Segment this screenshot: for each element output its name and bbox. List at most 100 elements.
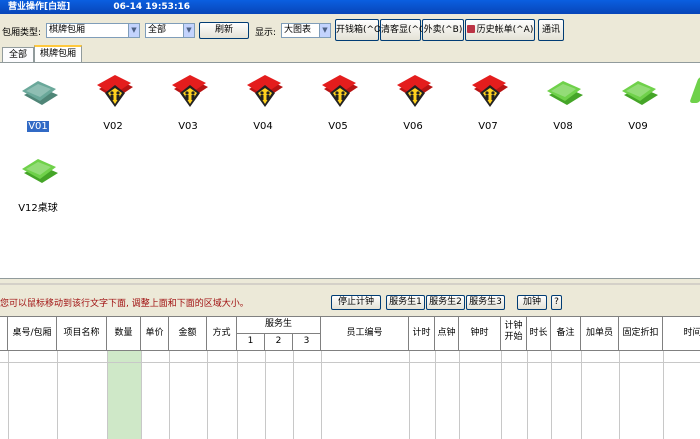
chevron-down-icon: ▼ xyxy=(183,24,194,37)
room-type-select[interactable]: 棋牌包厢 ▼ xyxy=(46,23,140,38)
filter-value: 全部 xyxy=(148,25,167,35)
waiter-3-button[interactable]: 服务生3 xyxy=(466,295,505,310)
room-label: V02 xyxy=(83,121,143,132)
room-label: V06 xyxy=(383,121,443,132)
occupied-room-icon xyxy=(97,75,133,107)
col-clock-time[interactable]: 钟时 xyxy=(459,317,501,351)
grid-col-line xyxy=(265,351,266,439)
col-duration[interactable]: 时长 xyxy=(527,317,551,351)
col-waiter-3[interactable]: 3 xyxy=(293,334,321,351)
col-timing[interactable]: 计时 xyxy=(409,317,435,351)
room-name: V01 xyxy=(27,121,49,132)
grid-col-line xyxy=(169,351,170,439)
grid-col-line xyxy=(107,351,108,439)
grid-col-line xyxy=(57,351,58,439)
room-tile[interactable]: V02 xyxy=(83,71,143,133)
room-tile[interactable]: V03 xyxy=(158,71,218,133)
grid-col-line xyxy=(459,351,460,439)
room-label: V09 xyxy=(608,121,668,132)
quantity-column-highlight xyxy=(107,351,141,439)
room-name: V02 xyxy=(103,121,123,132)
room-label: V05 xyxy=(308,121,368,132)
help-button[interactable]: ? xyxy=(551,295,562,310)
room-type-label: 包厢类型: xyxy=(2,28,42,38)
room-name: V09 xyxy=(628,121,648,132)
room-tile[interactable]: V05 xyxy=(308,71,368,133)
col-quantity[interactable]: 数量 xyxy=(107,317,141,351)
room-tile[interactable]: V04 xyxy=(233,71,293,133)
room-tile[interactable]: V08 xyxy=(533,71,593,133)
filter-select[interactable]: 全部 ▼ xyxy=(145,23,195,38)
col-table-room[interactable]: 桌号/包厢 xyxy=(8,317,57,351)
chevron-down-icon: ▼ xyxy=(128,24,139,37)
room-tile[interactable]: V07 xyxy=(458,71,518,133)
col-point-clock[interactable]: 点钟 xyxy=(435,317,459,351)
grid-col-line xyxy=(527,351,528,439)
occupied-room-icon xyxy=(322,75,358,107)
vacant-room-icon xyxy=(622,81,658,105)
room-name: V12桌球 xyxy=(18,203,58,214)
col-waiter[interactable]: 服务生 xyxy=(237,317,321,334)
room-name: V04 xyxy=(253,121,273,132)
clear-customer-display-button[interactable]: 清客显(^C) xyxy=(380,19,429,41)
col-timer-start[interactable]: 计钟开始 xyxy=(501,317,527,351)
takeout-button[interactable]: 外卖(^B) xyxy=(422,19,464,41)
communication-button[interactable]: 通讯 xyxy=(538,19,564,41)
grid-col-line xyxy=(663,351,664,439)
grid-col-line xyxy=(619,351,620,439)
grid-col-line xyxy=(237,351,238,439)
vacant-room-icon xyxy=(22,159,58,183)
room-label: V03 xyxy=(158,121,218,132)
col-employee-no[interactable]: 员工编号 xyxy=(321,317,409,351)
tab-chess-rooms[interactable]: 棋牌包厢 xyxy=(34,45,82,63)
toolbar: 包厢类型: 棋牌包厢 ▼ 全部 ▼ 刷新 显示: 大图表 ▼ 开钱箱(^O) 清… xyxy=(0,17,700,43)
hint-bar: 您可以鼠标移动到该行文字下面, 调整上面和下面的区域大小。 停止计钟 服务生1 … xyxy=(0,293,700,311)
grid-row-line xyxy=(0,362,700,363)
grid-col-line xyxy=(409,351,410,439)
col-waiter-1[interactable]: 1 xyxy=(237,334,265,351)
room-tile[interactable]: V06 xyxy=(383,71,443,133)
refresh-button[interactable]: 刷新 xyxy=(199,22,249,39)
vacant-room-icon xyxy=(22,81,58,105)
col-amount[interactable]: 金额 xyxy=(169,317,207,351)
col-note[interactable]: 备注 xyxy=(551,317,581,351)
room-tile[interactable]: V12桌球 xyxy=(8,149,68,214)
waiter-1-button[interactable]: 服务生1 xyxy=(386,295,425,310)
room-tile[interactable]: V09 xyxy=(608,71,668,133)
room-label: V12桌球 xyxy=(8,199,68,214)
col-fixed-discount[interactable]: 固定折扣 xyxy=(619,317,663,351)
add-clock-button[interactable]: 加钟 xyxy=(517,295,547,310)
room-name: V05 xyxy=(328,121,348,132)
clock-readout: 06-14 19:53:16 xyxy=(113,2,191,12)
col-waiter-2[interactable]: 2 xyxy=(265,334,293,351)
open-cash-drawer-button[interactable]: 开钱箱(^O) xyxy=(335,19,385,41)
resize-hint: 您可以鼠标移动到该行文字下面, 调整上面和下面的区域大小。 xyxy=(0,299,249,309)
grid-col-line xyxy=(8,351,9,439)
vacant-room-icon xyxy=(547,81,583,105)
col-item-name[interactable]: 项目名称 xyxy=(57,317,107,351)
stop-timer-button[interactable]: 停止计钟 xyxy=(331,295,381,310)
row-indicator-header xyxy=(0,317,8,351)
room-name: V03 xyxy=(178,121,198,132)
tab-all[interactable]: 全部 xyxy=(2,47,34,63)
display-select[interactable]: 大图表 ▼ xyxy=(281,23,331,38)
room-panel: V01 V02 V03 V04 V05 V06 V07 V08 V09 V12桌球 xyxy=(0,62,700,279)
room-name: V08 xyxy=(553,121,573,132)
room-label: V07 xyxy=(458,121,518,132)
pane-splitter[interactable] xyxy=(0,283,700,285)
display-label: 显示: xyxy=(255,28,277,38)
occupied-room-icon xyxy=(472,75,508,107)
waiter-2-button[interactable]: 服务生2 xyxy=(426,295,465,310)
room-label: V08 xyxy=(533,121,593,132)
grid-col-line xyxy=(501,351,502,439)
room-tile[interactable]: V01 xyxy=(8,71,68,133)
history-icon xyxy=(466,25,475,33)
col-add-by[interactable]: 加单员 xyxy=(581,317,619,351)
col-time[interactable]: 时间 xyxy=(663,317,700,351)
occupied-room-icon xyxy=(247,75,283,107)
col-unit-price[interactable]: 单价 xyxy=(141,317,169,351)
history-bills-button[interactable]: 历史帐单(^A) xyxy=(465,19,535,41)
col-method[interactable]: 方式 xyxy=(207,317,237,351)
room-label: V01 xyxy=(8,121,68,132)
room-name: V06 xyxy=(403,121,423,132)
